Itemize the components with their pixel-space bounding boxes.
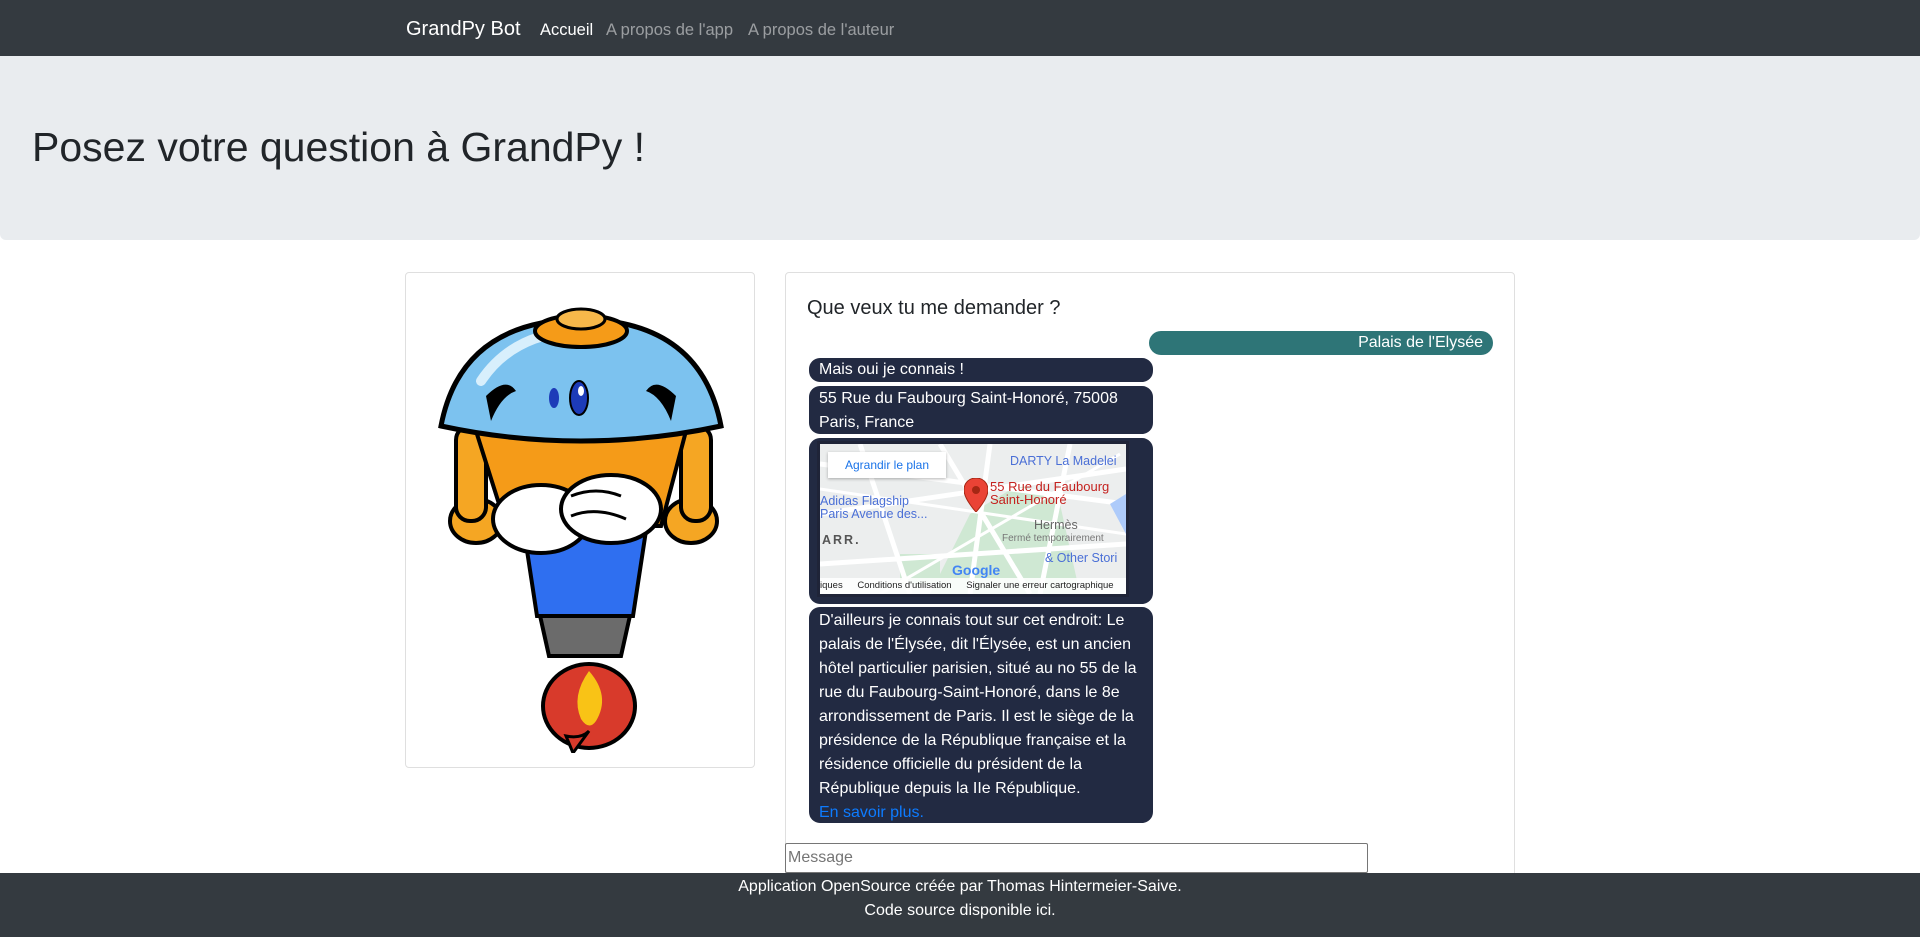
google-logo: Google: [952, 562, 1000, 578]
enlarge-map-button[interactable]: Agrandir le plan: [828, 452, 946, 478]
footer: Application OpenSource créée par Thomas …: [0, 873, 1920, 937]
footer-credits: Application OpenSource créée par Thomas …: [738, 878, 1182, 895]
map-footer-keyboard[interactable]: iques: [820, 580, 843, 591]
grandpy-robot-illustration: [438, 307, 724, 753]
bot-message-story: D'ailleurs je connais tout sur cet endro…: [809, 607, 1153, 823]
map-poi-adidas-line2: Paris Avenue des...: [820, 507, 928, 521]
map-footer-terms[interactable]: Conditions d'utilisation: [857, 580, 951, 591]
map-poi-hermes: Hermès: [1034, 518, 1078, 532]
message-input[interactable]: [785, 843, 1368, 873]
map-footer: iques Conditions d'utilisation Signaler …: [820, 578, 1126, 594]
nav-link-about-app[interactable]: A propos de l'app: [606, 19, 733, 41]
bot-story-text: D'ailleurs je connais tout sur cet endro…: [819, 612, 1137, 797]
map-poi-hermes-status: Fermé temporairement: [1002, 533, 1104, 544]
chat-card: Que veux tu me demander ? Palais de l'El…: [785, 272, 1515, 882]
bot-message-map: Agrandir le plan DARTY La Madelei 55 Rue…: [809, 438, 1153, 604]
bot-message-address: 55 Rue du Faubourg Saint-Honoré, 75008 P…: [809, 386, 1153, 434]
jumbotron: Posez votre question à GrandPy !: [0, 56, 1920, 240]
grandpy-image-card: [405, 272, 755, 768]
footer-source-link[interactable]: Code source disponible ici.: [0, 899, 1920, 923]
google-map[interactable]: Agrandir le plan DARTY La Madelei 55 Rue…: [817, 441, 1129, 597]
map-marker-label-line2: Saint-Honoré: [990, 492, 1067, 507]
google-logo-text: Google: [952, 562, 1001, 578]
bot-message-greeting: Mais oui je connais !: [809, 358, 1153, 382]
nav-link-about-author[interactable]: A propos de l'auteur: [748, 19, 894, 41]
map-poi-other: & Other Stori: [1045, 551, 1118, 565]
page-title: Posez votre question à GrandPy !: [32, 124, 646, 170]
learn-more-link[interactable]: En savoir plus.: [819, 804, 924, 821]
nav-link-home[interactable]: Accueil: [540, 19, 593, 41]
user-message-bubble: Palais de l'Elysée: [1149, 331, 1493, 355]
brand-link[interactable]: GrandPy Bot: [406, 16, 521, 42]
map-district-label: ARR.: [822, 533, 861, 547]
map-footer-report[interactable]: Signaler une erreur cartographique: [966, 580, 1113, 591]
map-marker-icon: [964, 478, 988, 512]
navbar: GrandPy Bot Accueil A propos de l'app A …: [0, 0, 1920, 56]
chat-title: Que veux tu me demander ?: [807, 297, 1061, 319]
map-poi-darty: DARTY La Madelei: [1010, 454, 1117, 468]
